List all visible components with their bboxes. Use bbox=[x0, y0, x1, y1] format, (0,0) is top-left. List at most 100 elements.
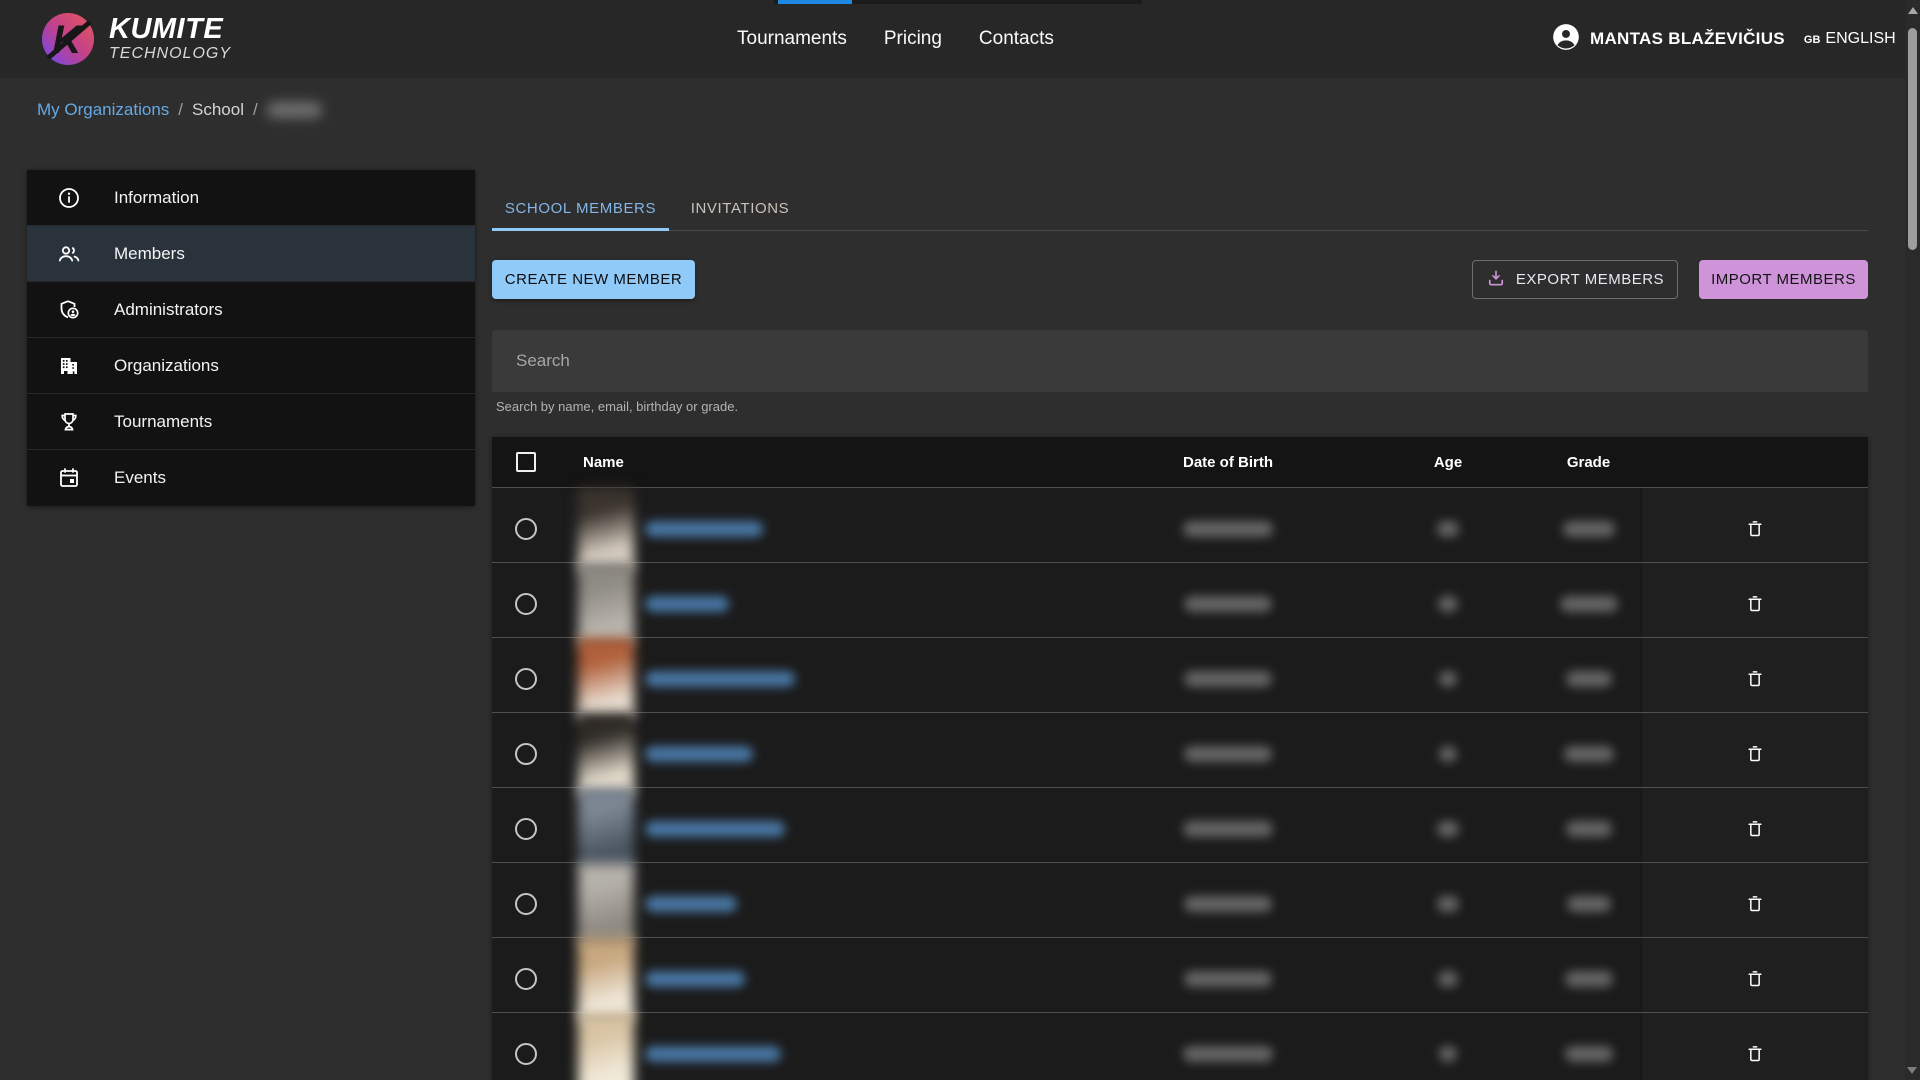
breadcrumb-separator: / bbox=[178, 100, 183, 120]
scrollbar-down-arrow-icon[interactable] bbox=[1907, 1067, 1917, 1074]
member-name-link-redacted[interactable] bbox=[645, 896, 737, 912]
row-select-circle[interactable] bbox=[515, 518, 537, 540]
delete-member-button[interactable] bbox=[1735, 659, 1775, 699]
kumite-logo-icon: K bbox=[40, 11, 96, 67]
sidebar-item-label: Organizations bbox=[114, 356, 219, 376]
admin-shield-icon bbox=[57, 298, 81, 322]
app-header: K KUMITE TECHNOLOGY Tournaments Pricing … bbox=[0, 0, 1920, 78]
member-name-link-redacted[interactable] bbox=[645, 521, 763, 537]
row-select-circle[interactable] bbox=[515, 893, 537, 915]
tab-school-members[interactable]: SCHOOL MEMBERS bbox=[492, 186, 669, 230]
member-name-link-redacted[interactable] bbox=[645, 671, 795, 687]
app-screen: K KUMITE TECHNOLOGY Tournaments Pricing … bbox=[0, 0, 1920, 1080]
member-name-link-redacted[interactable] bbox=[645, 1046, 781, 1062]
member-name-link-redacted[interactable] bbox=[645, 821, 785, 837]
member-actions-cell bbox=[1641, 488, 1868, 570]
member-table-row[interactable] bbox=[492, 1012, 1868, 1080]
search-helper-text: Search by name, email, birthday or grade… bbox=[496, 399, 738, 414]
delete-member-button[interactable] bbox=[1735, 1034, 1775, 1074]
member-avatar bbox=[578, 638, 634, 720]
tab-invitations[interactable]: INVITATIONS bbox=[669, 186, 811, 230]
breadcrumb: My Organizations / School / bbox=[37, 100, 322, 120]
nav-tournaments[interactable]: Tournaments bbox=[737, 28, 847, 50]
trash-icon bbox=[1745, 893, 1765, 916]
sidebar-item-organizations[interactable]: Organizations bbox=[27, 338, 475, 394]
create-new-member-button[interactable]: CREATE NEW MEMBER bbox=[492, 260, 695, 299]
row-select-cell bbox=[492, 743, 560, 765]
scrollbar-up-arrow-icon[interactable] bbox=[1908, 7, 1918, 14]
column-header-age: Age bbox=[1360, 454, 1536, 471]
member-table-row[interactable] bbox=[492, 712, 1868, 787]
sidebar-item-administrators[interactable]: Administrators bbox=[27, 282, 475, 338]
member-name-link-redacted[interactable] bbox=[645, 596, 729, 612]
row-select-circle[interactable] bbox=[515, 743, 537, 765]
account-icon bbox=[1552, 23, 1580, 56]
delete-member-button[interactable] bbox=[1735, 734, 1775, 774]
sidebar-item-information[interactable]: Information bbox=[27, 170, 475, 226]
brand-logo[interactable]: K KUMITE TECHNOLOGY bbox=[40, 11, 231, 67]
export-members-label: EXPORT MEMBERS bbox=[1516, 271, 1664, 288]
row-select-cell bbox=[492, 893, 560, 915]
member-actions-cell bbox=[1641, 1013, 1868, 1080]
search-placeholder: Search bbox=[516, 351, 570, 371]
search-input[interactable]: Search bbox=[492, 330, 1868, 392]
row-select-cell bbox=[492, 968, 560, 990]
row-select-circle[interactable] bbox=[515, 1043, 537, 1065]
member-age-cell bbox=[1360, 596, 1536, 612]
breadcrumb-my-organizations[interactable]: My Organizations bbox=[37, 100, 169, 120]
export-members-button[interactable]: EXPORT MEMBERS bbox=[1472, 260, 1678, 299]
member-age-redacted bbox=[1437, 521, 1459, 537]
member-table-row[interactable] bbox=[492, 562, 1868, 637]
member-dob-redacted bbox=[1183, 1046, 1273, 1062]
member-age-cell bbox=[1360, 746, 1536, 762]
member-name-cell bbox=[560, 713, 1096, 795]
breadcrumb-separator: / bbox=[253, 100, 258, 120]
brand-subtitle: TECHNOLOGY bbox=[109, 44, 231, 64]
member-age-cell bbox=[1360, 821, 1536, 837]
member-name-cell bbox=[560, 1013, 1096, 1080]
sidebar-item-events[interactable]: Events bbox=[27, 450, 475, 506]
member-grade-redacted bbox=[1560, 596, 1618, 612]
member-grade-cell bbox=[1536, 1046, 1641, 1062]
page-scrollbar[interactable] bbox=[1905, 0, 1920, 1080]
sidebar-item-label: Information bbox=[114, 188, 199, 208]
delete-member-button[interactable] bbox=[1735, 809, 1775, 849]
user-menu[interactable]: MANTAS BLAŽEVIČIUS GB ENGLISH bbox=[1552, 0, 1896, 78]
member-grade-redacted bbox=[1563, 521, 1615, 537]
member-grade-redacted bbox=[1566, 821, 1612, 837]
delete-member-button[interactable] bbox=[1735, 584, 1775, 624]
member-name-cell bbox=[560, 938, 1096, 1020]
calendar-icon bbox=[57, 466, 81, 490]
scrollbar-thumb[interactable] bbox=[1908, 28, 1917, 250]
trash-icon bbox=[1745, 743, 1765, 766]
sidebar-item-tournaments[interactable]: Tournaments bbox=[27, 394, 475, 450]
member-table-row[interactable] bbox=[492, 487, 1868, 562]
nav-contacts[interactable]: Contacts bbox=[979, 28, 1054, 50]
member-table-row[interactable] bbox=[492, 937, 1868, 1012]
delete-member-button[interactable] bbox=[1735, 959, 1775, 999]
row-select-circle[interactable] bbox=[515, 818, 537, 840]
member-grade-redacted bbox=[1566, 671, 1612, 687]
member-table-row[interactable] bbox=[492, 637, 1868, 712]
import-members-button[interactable]: IMPORT MEMBERS bbox=[1699, 260, 1868, 299]
member-grade-cell bbox=[1536, 521, 1641, 537]
select-all-checkbox[interactable] bbox=[516, 452, 536, 472]
member-table-row[interactable] bbox=[492, 787, 1868, 862]
language-selector[interactable]: GB ENGLISH bbox=[1804, 30, 1896, 48]
row-select-circle[interactable] bbox=[515, 668, 537, 690]
delete-member-button[interactable] bbox=[1735, 884, 1775, 924]
member-name-link-redacted[interactable] bbox=[645, 746, 753, 762]
user-name: MANTAS BLAŽEVIČIUS bbox=[1590, 29, 1785, 49]
member-table-row[interactable] bbox=[492, 862, 1868, 937]
member-name-link-redacted[interactable] bbox=[645, 971, 745, 987]
trash-icon bbox=[1745, 818, 1765, 841]
nav-pricing[interactable]: Pricing bbox=[884, 28, 942, 50]
member-age-cell bbox=[1360, 521, 1536, 537]
download-icon bbox=[1486, 268, 1506, 292]
row-select-circle[interactable] bbox=[515, 593, 537, 615]
delete-member-button[interactable] bbox=[1735, 509, 1775, 549]
member-avatar bbox=[578, 488, 634, 570]
row-select-circle[interactable] bbox=[515, 968, 537, 990]
member-dob-redacted bbox=[1183, 821, 1273, 837]
sidebar-item-members[interactable]: Members bbox=[27, 226, 475, 282]
